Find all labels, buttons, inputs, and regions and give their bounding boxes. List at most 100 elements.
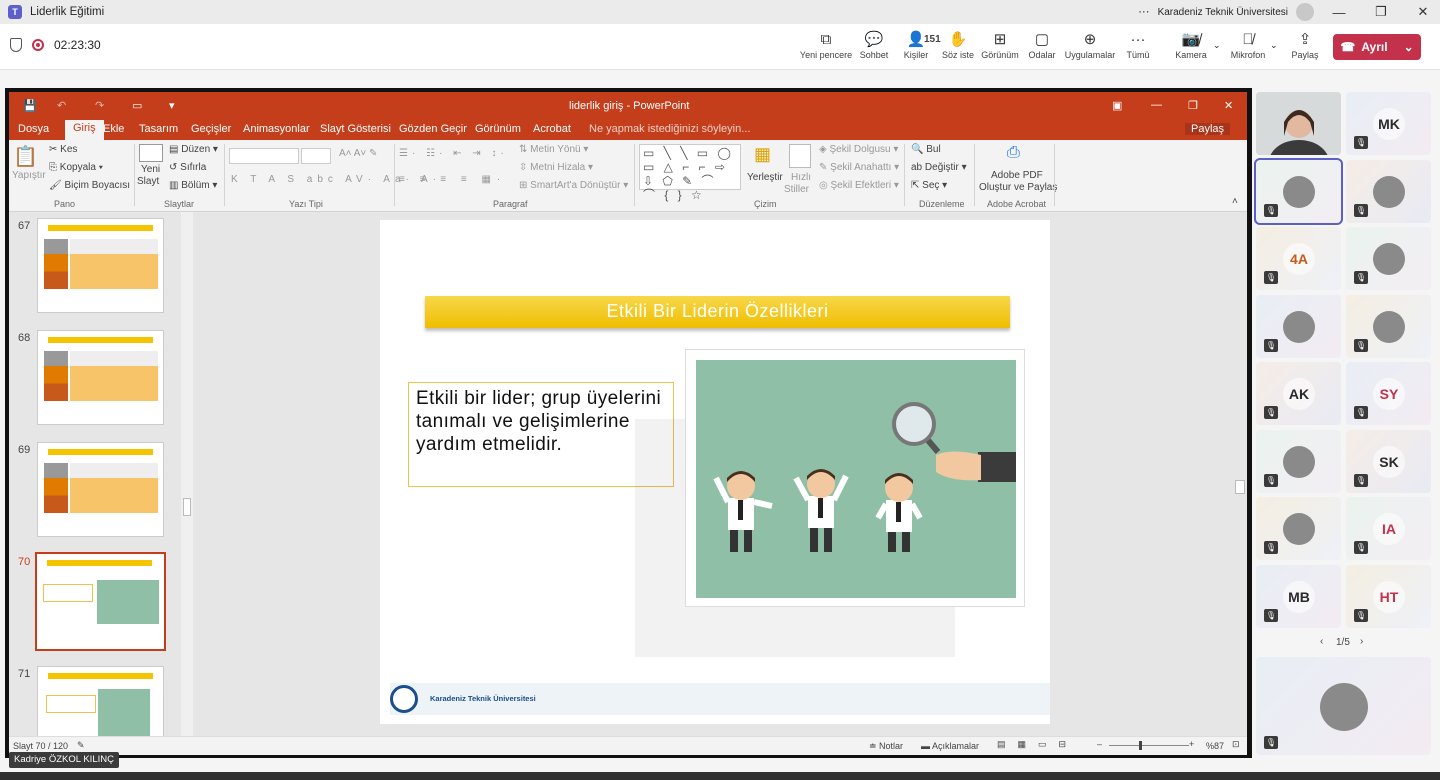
copy-button[interactable]: ⎘ Kopyala ▾ — [49, 162, 103, 173]
slide-thumbnail[interactable] — [37, 442, 164, 537]
customize-qat-icon[interactable]: ▾ — [169, 99, 175, 112]
reset-button[interactable]: ↺ Sıfırla — [169, 162, 206, 173]
mic-button[interactable]: 🎙̸ Mikrofon — [1220, 30, 1276, 60]
zoom-level[interactable]: %87 — [1206, 741, 1224, 751]
smartart-button[interactable]: ⊞ SmartArt'a Dönüştür ▾ — [519, 180, 628, 191]
find-button[interactable]: 🔍 Bul — [911, 144, 941, 155]
more-button[interactable]: ··· Tümü — [1110, 30, 1166, 60]
shapes-gallery[interactable]: ▭ ╲ ╲ ▭ ◯ ▭ △ ⌐ ⌐ ⇨ ⇩ ⬠ ✎ ⌒ ⌒ { } ☆ — [639, 144, 741, 202]
slide-thumbnail[interactable] — [37, 218, 164, 313]
slide-thumbnail[interactable] — [37, 330, 164, 425]
shape-fill-button[interactable]: ◈ Şekil Dolgusu ▾ — [819, 144, 898, 155]
collapse-ribbon-icon[interactable]: ˄ — [1232, 196, 1238, 207]
zoom-out-icon[interactable]: – — [1097, 739, 1102, 749]
zoom-slider-thumb[interactable] — [1139, 741, 1142, 750]
editor-scroll-thumb[interactable] — [1235, 480, 1245, 494]
ppt-close-icon[interactable]: ✕ — [1224, 99, 1233, 112]
view-buttons[interactable]: ▤▦▭⊟ — [997, 739, 1078, 750]
ppt-tab[interactable]: Tasarım — [139, 123, 178, 135]
camera-button[interactable]: 📷̸ Kamera — [1163, 30, 1219, 60]
font-size-buttons[interactable]: A˄ A˅ ✎ — [339, 148, 377, 159]
undo-icon[interactable]: ↶ — [57, 99, 66, 112]
comments-button[interactable]: ▬ Açıklamalar — [921, 741, 979, 751]
ppt-minimize-icon[interactable]: — — [1151, 99, 1162, 111]
participant-tile[interactable]: IA 🎙 — [1346, 497, 1431, 560]
section-button[interactable]: ▥ Bölüm ▾ — [169, 180, 217, 191]
thumbnail-scroll-thumb[interactable] — [183, 498, 191, 516]
ppt-tab[interactable]: Animasyonlar — [243, 123, 310, 135]
present-icon[interactable]: ▭ — [132, 99, 142, 112]
self-view-tile[interactable]: 🎙 — [1256, 657, 1431, 755]
ppt-tab[interactable]: Giriş — [65, 120, 104, 140]
ppt-tab[interactable]: Ekle — [103, 123, 124, 135]
more-options-icon[interactable]: ··· — [1138, 6, 1150, 18]
shape-outline-label: Şekil Anahattı — [830, 162, 892, 173]
current-slide[interactable]: Etkili Bir Liderin Özellikleri Etkili bi… — [380, 220, 1050, 724]
participant-tile[interactable]: MK 🎙 — [1346, 92, 1431, 155]
spelling-icon[interactable]: ✎ — [77, 740, 85, 751]
font-size-input[interactable] — [301, 148, 331, 164]
participant-tile[interactable]: 🎙 — [1346, 227, 1431, 290]
mic-muted-icon: 🎙 — [1354, 338, 1368, 352]
participant-tile[interactable]: AK 🎙 — [1256, 362, 1341, 425]
format-painter-button[interactable]: 🖌 Biçim Boyacısı — [49, 180, 130, 191]
gallery-next-icon[interactable]: › — [1360, 636, 1363, 647]
share-button[interactable]: ⇪ Paylaş — [1277, 30, 1333, 60]
shape-outline-button[interactable]: ✎ Şekil Anahattı ▾ — [819, 162, 899, 173]
ppt-tab[interactable]: Acrobat — [533, 123, 571, 135]
slide-picture-frame[interactable] — [685, 349, 1025, 607]
ppt-share-button[interactable]: Paylaş — [1185, 123, 1231, 135]
close-icon[interactable]: ✕ — [1406, 4, 1440, 20]
gallery-prev-icon[interactable]: ‹ — [1320, 636, 1323, 647]
participant-tile[interactable]: SK 🎙 — [1346, 429, 1431, 493]
participant-tile[interactable]: 🎙 — [1254, 157, 1343, 225]
tell-me-search[interactable]: Ne yapmak istediğinizi söyleyin... — [589, 123, 750, 135]
ppt-tab[interactable]: Gözden Geçir — [399, 123, 467, 135]
zoom-slider[interactable] — [1109, 745, 1189, 746]
align-text-button[interactable]: ⇳ Metni Hizala ▾ — [519, 162, 593, 173]
minimize-icon[interactable]: — — [1322, 5, 1356, 20]
thumbnail-scrollbar[interactable] — [181, 212, 193, 736]
slide-body-text[interactable]: Etkili bir lider; grup üyelerini tanımal… — [408, 382, 674, 487]
participant-tile[interactable]: MB 🎙 — [1256, 564, 1341, 628]
arrange-button[interactable]: Yerleştir — [747, 172, 783, 183]
redo-icon[interactable]: ↷ — [95, 99, 104, 112]
list-buttons[interactable]: ☰· ☷· ⇤ ⇥ ↕· — [399, 148, 508, 159]
align-buttons[interactable]: ≡ ≡ ≡ ≡ ▦· — [399, 174, 506, 185]
font-name-input[interactable] — [229, 148, 299, 164]
slide-thumbnail[interactable] — [35, 552, 166, 651]
replace-button[interactable]: ab Değiştir ▾ — [911, 162, 967, 173]
fit-slide-icon[interactable]: ⊡ — [1232, 739, 1240, 750]
participant-tile[interactable]: SY 🎙 — [1346, 362, 1431, 425]
account-avatar[interactable] — [1296, 3, 1314, 21]
quick-styles-button[interactable]: Hızlı — [791, 172, 811, 183]
leave-button[interactable]: ☎ Ayrıl ⌄ — [1333, 34, 1421, 60]
ppt-tab[interactable]: Dosya — [18, 123, 49, 135]
participant-tile[interactable]: 🎙 — [1256, 429, 1341, 493]
zoom-in-icon[interactable]: + — [1189, 739, 1194, 749]
participant-tile[interactable]: 🎙 — [1346, 294, 1431, 358]
cut-button[interactable]: ✂ Kes — [49, 144, 77, 155]
ppt-tab[interactable]: Geçişler — [191, 123, 231, 135]
shape-effects-button[interactable]: ◎ Şekil Efektleri ▾ — [819, 180, 899, 191]
new-slide-button[interactable]: Yeni — [141, 164, 160, 175]
participant-tile[interactable]: 🎙 — [1256, 497, 1341, 560]
save-icon[interactable]: 💾 — [23, 99, 37, 112]
participant-tile[interactable]: HT 🎙 — [1346, 564, 1431, 628]
participant-tile[interactable]: 🎙 — [1346, 159, 1431, 223]
ribbon-display-icon[interactable]: ▣ — [1112, 99, 1122, 112]
slide-title[interactable]: Etkili Bir Liderin Özellikleri — [425, 296, 1010, 328]
participant-tile[interactable]: 4A 🎙 — [1256, 227, 1341, 290]
restore-icon[interactable]: ❐ — [1364, 4, 1398, 20]
ppt-tab[interactable]: Slayt Gösterisi — [320, 123, 391, 135]
adobe-pdf-button[interactable]: Adobe PDF — [991, 170, 1043, 181]
paste-button[interactable]: Yapıştır — [12, 170, 46, 181]
select-button[interactable]: ⇱ Seç ▾ — [911, 180, 947, 191]
text-direction-button[interactable]: ⇅ Metin Yönü ▾ — [519, 144, 588, 155]
ppt-restore-icon[interactable]: ❐ — [1188, 99, 1198, 112]
ppt-tab[interactable]: Görünüm — [475, 123, 521, 135]
participant-tile[interactable] — [1256, 92, 1341, 155]
notes-button[interactable]: ≐ Notlar — [869, 741, 903, 752]
participant-tile[interactable]: 🎙 — [1256, 294, 1341, 358]
layout-button[interactable]: ▤ Düzen ▾ — [169, 144, 218, 155]
